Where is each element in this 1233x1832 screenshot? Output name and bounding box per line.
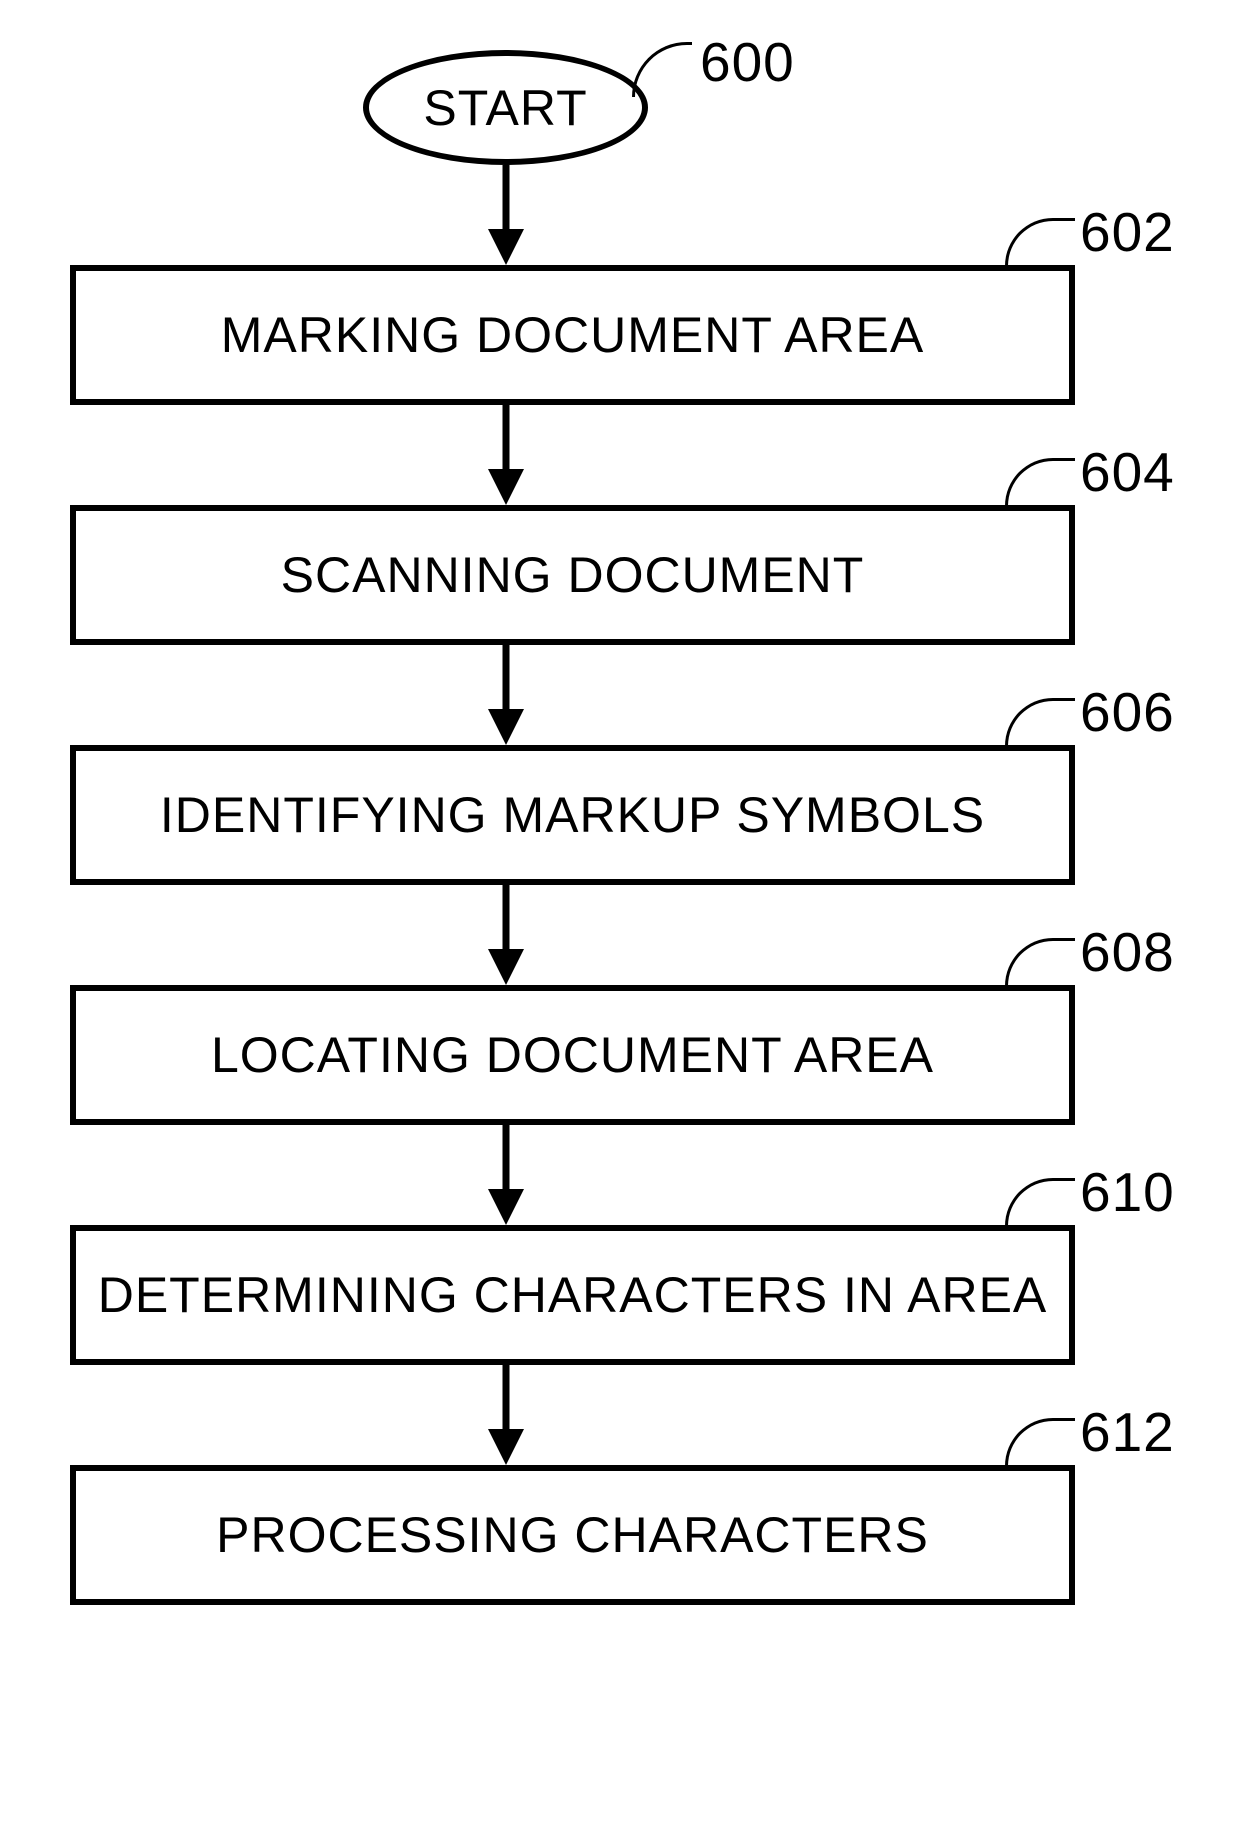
- leader-608: [1005, 938, 1075, 986]
- step-604: SCANNING DOCUMENT: [70, 505, 1075, 645]
- ref-606: 606: [1080, 680, 1175, 744]
- step-608: LOCATING DOCUMENT AREA: [70, 985, 1075, 1125]
- leader-612: [1005, 1418, 1075, 1466]
- step-604-label: SCANNING DOCUMENT: [281, 546, 865, 604]
- arrow-604-606: [499, 645, 513, 745]
- step-612-label: PROCESSING CHARACTERS: [216, 1506, 929, 1564]
- leader-610: [1005, 1178, 1075, 1226]
- ref-604: 604: [1080, 440, 1175, 504]
- arrow-602-604: [499, 405, 513, 505]
- ref-608: 608: [1080, 920, 1175, 984]
- step-606-label: IDENTIFYING MARKUP SYMBOLS: [160, 786, 985, 844]
- ref-612: 612: [1080, 1400, 1175, 1464]
- leader-602: [1005, 218, 1075, 266]
- step-610: DETERMINING CHARACTERS IN AREA: [70, 1225, 1075, 1365]
- arrow-610-612: [499, 1365, 513, 1465]
- ref-602: 602: [1080, 200, 1175, 264]
- arrow-608-610: [499, 1125, 513, 1225]
- step-608-label: LOCATING DOCUMENT AREA: [211, 1026, 934, 1084]
- leader-600: [632, 42, 692, 97]
- flowchart-canvas: START 600 MARKING DOCUMENT AREA 602 SCAN…: [0, 0, 1233, 1832]
- step-610-label: DETERMINING CHARACTERS IN AREA: [98, 1266, 1048, 1324]
- leader-604: [1005, 458, 1075, 506]
- step-602: MARKING DOCUMENT AREA: [70, 265, 1075, 405]
- leader-606: [1005, 698, 1075, 746]
- arrow-start-602: [499, 165, 513, 265]
- arrow-606-608: [499, 885, 513, 985]
- ref-610: 610: [1080, 1160, 1175, 1224]
- step-606: IDENTIFYING MARKUP SYMBOLS: [70, 745, 1075, 885]
- ref-600: 600: [700, 30, 795, 94]
- step-612: PROCESSING CHARACTERS: [70, 1465, 1075, 1605]
- start-label: START: [423, 79, 587, 137]
- start-node: START: [363, 50, 648, 165]
- step-602-label: MARKING DOCUMENT AREA: [221, 306, 925, 364]
